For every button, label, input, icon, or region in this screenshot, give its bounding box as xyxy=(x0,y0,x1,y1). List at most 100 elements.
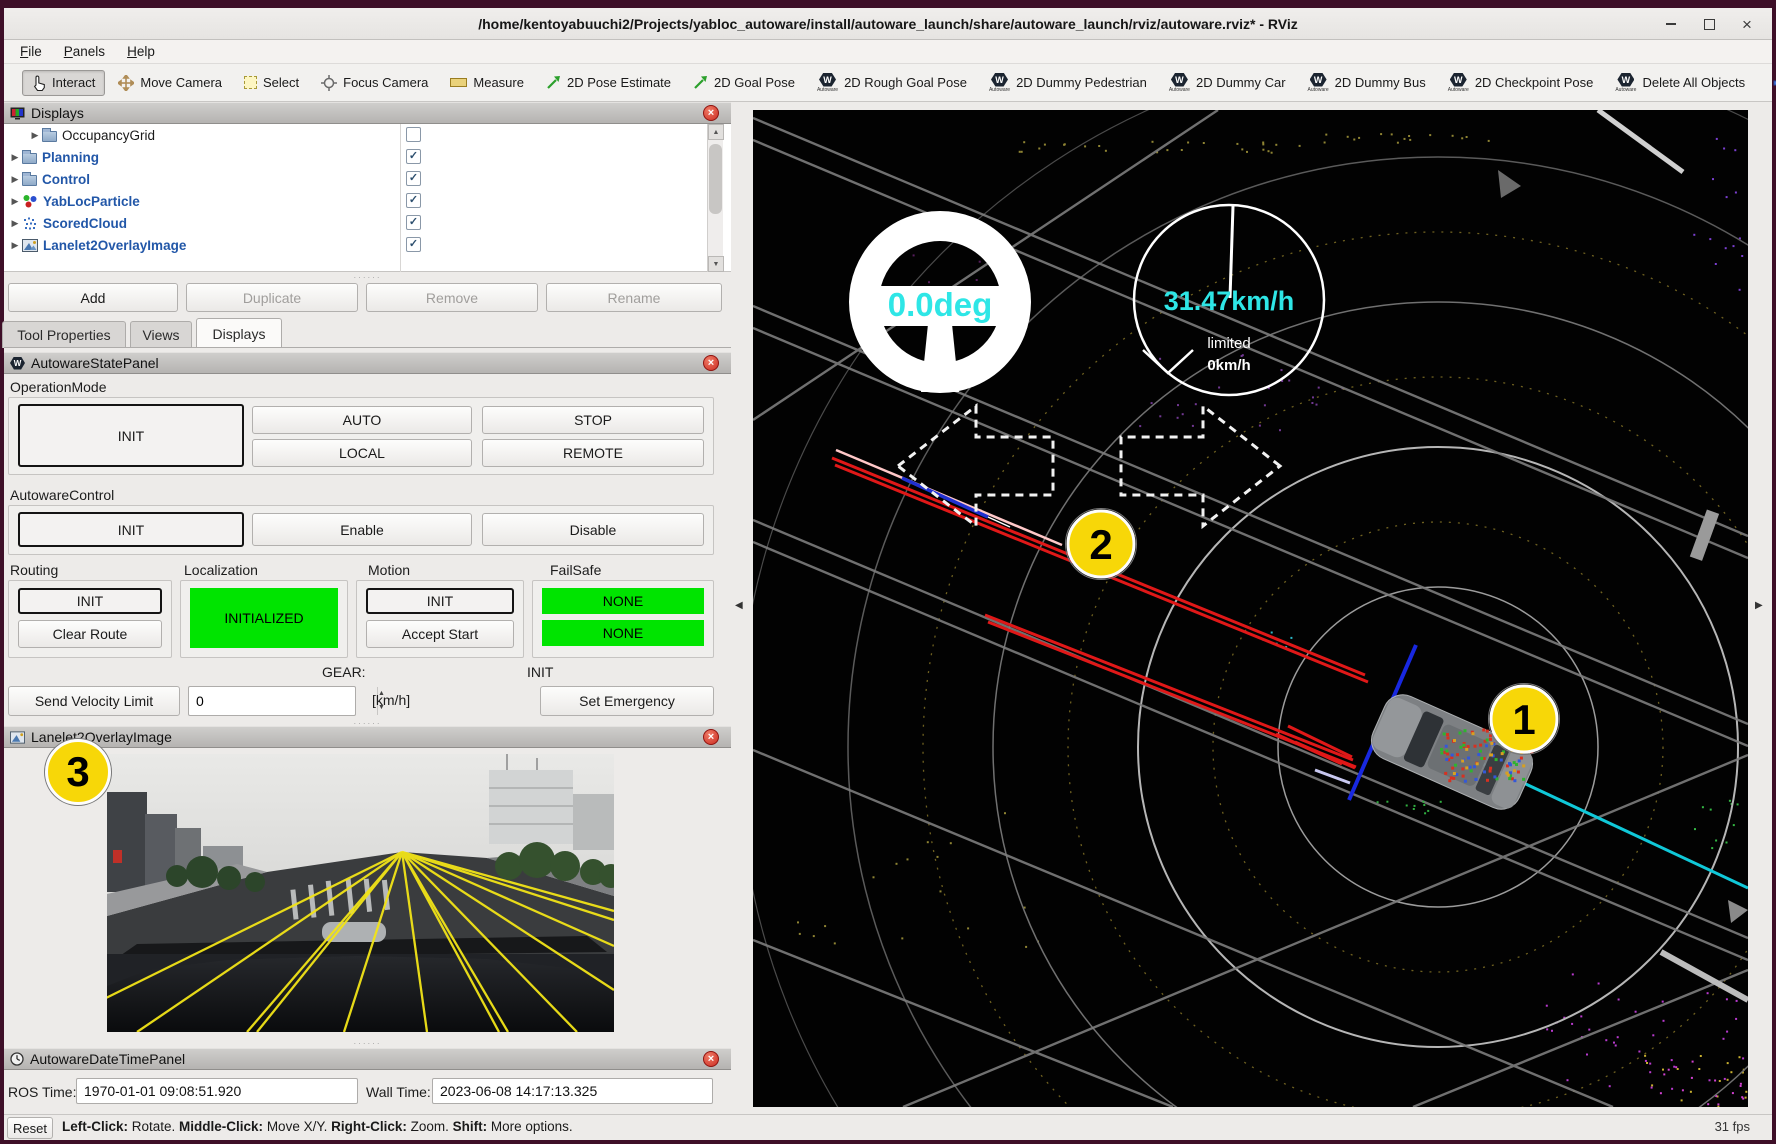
tree-scrollbar[interactable]: ▲ ▼ xyxy=(707,124,723,272)
state-panel-header[interactable]: W AutowareStatePanel xyxy=(4,352,731,374)
speed-limited-label: limited xyxy=(1207,335,1250,352)
splitter-collapse-left-icon[interactable]: ◀ xyxy=(735,600,743,611)
chevron-right-icon[interactable] xyxy=(28,130,42,141)
velocity-limit-input[interactable] xyxy=(189,687,377,715)
reset-button[interactable]: Reset xyxy=(7,1117,53,1139)
menu-help[interactable]: Help xyxy=(117,42,165,61)
tool-2d-rough-goal-pose[interactable]: WAutoware 2D Rough Goal Pose xyxy=(808,69,976,97)
duplicate-button[interactable]: Duplicate xyxy=(186,283,358,312)
ros-time-field[interactable] xyxy=(76,1078,358,1104)
splitter-dots[interactable]: ······ xyxy=(4,273,731,282)
wall-time-field[interactable] xyxy=(432,1078,713,1104)
clear-route-button[interactable]: Clear Route xyxy=(18,620,162,648)
close-displays-panel-icon[interactable] xyxy=(703,105,719,121)
green-arrow-icon xyxy=(546,75,561,90)
splitter-dots[interactable]: ······ xyxy=(4,1039,731,1048)
autoware-control-label: AutowareControl xyxy=(10,487,114,503)
particles-icon xyxy=(22,194,38,209)
rename-button[interactable]: Rename xyxy=(546,283,722,312)
selection-box-icon xyxy=(244,76,257,89)
tool-2d-dummy-car[interactable]: WAutoware 2D Dummy Car xyxy=(1160,69,1295,97)
hand-cursor-icon xyxy=(32,75,46,91)
tool-move-camera[interactable]: Move Camera xyxy=(109,71,231,95)
datetime-panel-header[interactable]: AutowareDateTimePanel xyxy=(4,1048,731,1070)
displays-panel-header[interactable]: Displays xyxy=(4,102,731,124)
minimize-icon[interactable] xyxy=(1660,13,1682,35)
tool-select[interactable]: Select xyxy=(235,71,308,94)
tool-measure[interactable]: Measure xyxy=(441,71,533,94)
close-overlay-panel-icon[interactable] xyxy=(703,729,719,745)
velocity-limit-spinbox[interactable]: ▲▼ xyxy=(188,686,356,716)
remote-button[interactable]: REMOTE xyxy=(482,439,704,467)
tool-2d-dummy-pedestrian[interactable]: WAutoware 2D Dummy Pedestrian xyxy=(980,69,1156,97)
splitter-collapse-right-icon[interactable]: ▶ xyxy=(1755,600,1763,611)
routing-label: Routing xyxy=(10,562,58,578)
chevron-right-icon[interactable] xyxy=(8,174,22,185)
mrm-state: NONE xyxy=(542,588,704,614)
stop-button[interactable]: STOP xyxy=(482,406,704,434)
tool-2d-checkpoint-pose[interactable]: WAutoware 2D Checkpoint Pose xyxy=(1439,69,1603,97)
image-icon xyxy=(10,731,25,744)
menu-panels[interactable]: Panels xyxy=(54,42,115,61)
tool-2d-goal-pose[interactable]: 2D Goal Pose xyxy=(684,71,804,94)
titlebar[interactable]: /home/kentoyabuuchi2/Projects/yabloc_aut… xyxy=(4,8,1772,40)
send-velocity-limit-button[interactable]: Send Velocity Limit xyxy=(8,686,180,716)
tree-row-control[interactable]: Control ✓ xyxy=(4,168,731,190)
motion-label: Motion xyxy=(368,562,410,578)
chevron-right-icon[interactable] xyxy=(8,196,22,207)
menu-file[interactable]: File xyxy=(10,42,52,61)
local-button[interactable]: LOCAL xyxy=(252,439,472,467)
visibility-checkbox[interactable]: ✓ xyxy=(406,171,421,186)
disable-button[interactable]: Disable xyxy=(482,513,704,546)
tool-focus-camera[interactable]: Focus Camera xyxy=(312,71,437,95)
image-icon xyxy=(22,239,38,252)
visibility-checkbox[interactable] xyxy=(406,127,421,142)
set-emergency-button[interactable]: Set Emergency xyxy=(540,686,714,716)
tree-row-lanelet2overlayimage[interactable]: Lanelet2OverlayImage ✓ xyxy=(4,234,731,256)
close-state-panel-icon[interactable] xyxy=(703,355,719,371)
3d-viewport[interactable]: 0.0deg 31.47km/h limited 0km/h 1 2 xyxy=(753,110,1748,1107)
visibility-checkbox[interactable]: ✓ xyxy=(406,149,421,164)
add-button[interactable]: Add xyxy=(8,283,178,312)
enable-button[interactable]: Enable xyxy=(252,513,472,546)
tool-delete-all-objects[interactable]: WAutoware Delete All Objects xyxy=(1606,69,1754,97)
scrollbar-thumb[interactable] xyxy=(709,144,722,214)
tree-row-occupancygrid[interactable]: OccupancyGrid xyxy=(4,124,731,146)
maximize-icon[interactable] xyxy=(1698,13,1720,35)
svg-text:2: 2 xyxy=(1089,521,1112,568)
chevron-right-icon[interactable] xyxy=(8,218,22,229)
close-datetime-panel-icon[interactable] xyxy=(703,1051,719,1067)
remove-button[interactable]: Remove xyxy=(366,283,538,312)
tool-2d-dummy-bus[interactable]: WAutoware 2D Dummy Bus xyxy=(1299,69,1435,97)
tool-interact[interactable]: Interact xyxy=(22,70,105,96)
visibility-checkbox[interactable]: ✓ xyxy=(406,237,421,252)
chevron-right-icon[interactable] xyxy=(8,152,22,163)
visibility-checkbox[interactable]: ✓ xyxy=(406,193,421,208)
visibility-checkbox[interactable]: ✓ xyxy=(406,215,421,230)
add-tool-button[interactable] xyxy=(1764,72,1776,94)
chevron-right-icon[interactable] xyxy=(8,240,22,251)
auto-button[interactable]: AUTO xyxy=(252,406,472,434)
clock-icon xyxy=(10,1052,24,1066)
scroll-up-icon[interactable]: ▲ xyxy=(708,124,724,140)
close-window-icon[interactable] xyxy=(1736,13,1758,35)
window-title: /home/kentoyabuuchi2/Projects/yabloc_aut… xyxy=(478,16,1298,32)
overlay-panel-header[interactable]: Lanelet2OverlayImage xyxy=(4,726,731,748)
tree-row-scoredcloud[interactable]: ScoredCloud ✓ xyxy=(4,212,731,234)
tab-tool-properties[interactable]: Tool Properties xyxy=(2,321,126,348)
monitor-icon xyxy=(10,107,25,120)
tab-views[interactable]: Views xyxy=(130,321,192,348)
displays-tree: OccupancyGrid Planning ✓ Control ✓ YabLo… xyxy=(4,124,731,272)
steering-wheel-gauge: 0.0deg xyxy=(864,226,1016,392)
operation-mode-label: OperationMode xyxy=(10,379,107,395)
tree-row-yablocparticle[interactable]: YabLocParticle ✓ xyxy=(4,190,731,212)
accept-start-button[interactable]: Accept Start xyxy=(366,620,514,648)
tree-row-planning[interactable]: Planning ✓ xyxy=(4,146,731,168)
mrm-behavior: NONE xyxy=(542,620,704,646)
operation-mode-state: INIT xyxy=(18,404,244,467)
tab-displays[interactable]: Displays xyxy=(196,318,282,348)
tool-2d-pose-estimate[interactable]: 2D Pose Estimate xyxy=(537,71,680,94)
autoware-logo-icon: W xyxy=(819,73,836,87)
scroll-down-icon[interactable]: ▼ xyxy=(708,256,724,272)
detected-lane-markings xyxy=(832,450,1416,800)
